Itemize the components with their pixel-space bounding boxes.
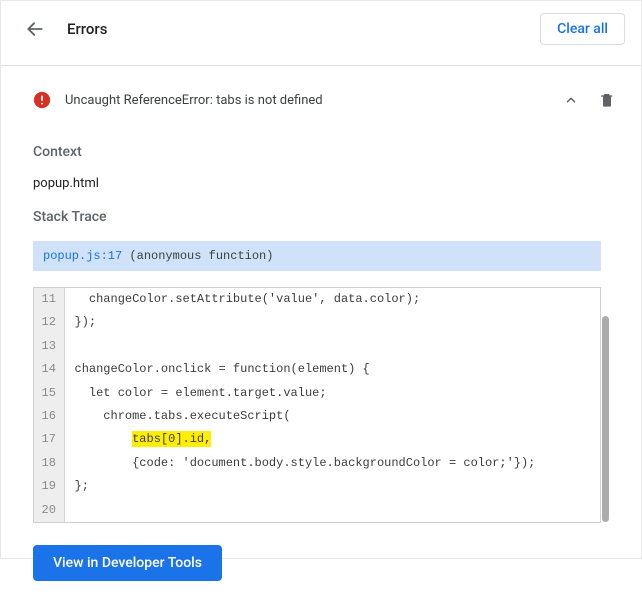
code-text: }; bbox=[64, 475, 600, 498]
line-number: 17 bbox=[34, 428, 64, 451]
view-in-devtools-button[interactable]: View in Developer Tools bbox=[33, 545, 222, 581]
code-line: 20 bbox=[34, 499, 600, 522]
page-title: Errors bbox=[67, 20, 107, 38]
line-number: 19 bbox=[34, 475, 64, 498]
code-text bbox=[64, 335, 600, 358]
code-line: 13 bbox=[34, 335, 600, 358]
stack-frame-name: (anonymous function) bbox=[122, 249, 273, 263]
code-line: 17 tabs[0].id, bbox=[34, 428, 600, 451]
error-row: Uncaught ReferenceError: tabs is not def… bbox=[33, 66, 625, 130]
stack-frame[interactable]: popup.js:17 (anonymous function) bbox=[33, 241, 601, 271]
code-line: 14changeColor.onclick = function(element… bbox=[34, 358, 600, 381]
line-number: 14 bbox=[34, 358, 64, 381]
collapse-button[interactable] bbox=[553, 82, 589, 118]
context-label: Context bbox=[33, 144, 625, 160]
error-icon bbox=[33, 91, 51, 109]
code-line: 15 let color = element.target.value; bbox=[34, 382, 600, 405]
back-button[interactable] bbox=[21, 15, 49, 43]
code-line: 18 {code: 'document.body.style.backgroun… bbox=[34, 452, 600, 475]
stack-trace-label: Stack Trace bbox=[33, 209, 625, 225]
line-number: 20 bbox=[34, 499, 64, 522]
code-viewer: 11 changeColor.setAttribute('value', dat… bbox=[33, 287, 601, 523]
code-text: let color = element.target.value; bbox=[64, 382, 600, 405]
code-text: changeColor.setAttribute('value', data.c… bbox=[64, 288, 600, 311]
code-line: 19}; bbox=[34, 475, 600, 498]
scrollbar[interactable] bbox=[602, 316, 609, 522]
line-number: 15 bbox=[34, 382, 64, 405]
arrow-left-icon bbox=[25, 19, 45, 39]
code-line: 11 changeColor.setAttribute('value', dat… bbox=[34, 288, 600, 311]
code-text: changeColor.onclick = function(element) … bbox=[64, 358, 600, 381]
trash-icon bbox=[599, 91, 615, 109]
code-text: tabs[0].id, bbox=[64, 428, 600, 451]
line-number: 13 bbox=[34, 335, 64, 358]
error-title: Uncaught ReferenceError: tabs is not def… bbox=[65, 93, 553, 108]
code-text: {code: 'document.body.style.backgroundCo… bbox=[64, 452, 600, 475]
stack-frame-location: popup.js:17 bbox=[43, 249, 122, 263]
code-text bbox=[64, 499, 600, 522]
line-number: 16 bbox=[34, 405, 64, 428]
line-number: 18 bbox=[34, 452, 64, 475]
code-highlight: tabs[0].id, bbox=[132, 431, 211, 447]
code-line: 16 chrome.tabs.executeScript( bbox=[34, 405, 600, 428]
delete-button[interactable] bbox=[589, 82, 625, 118]
code-line: 12}); bbox=[34, 311, 600, 334]
code-table: 11 changeColor.setAttribute('value', dat… bbox=[34, 288, 600, 522]
code-text: chrome.tabs.executeScript( bbox=[64, 405, 600, 428]
line-number: 11 bbox=[34, 288, 64, 311]
context-value: popup.html bbox=[33, 176, 625, 191]
header-bar: Errors Clear all bbox=[1, 1, 641, 57]
code-text: }); bbox=[64, 311, 600, 334]
clear-all-button[interactable]: Clear all bbox=[540, 13, 625, 45]
line-number: 12 bbox=[34, 311, 64, 334]
chevron-up-icon bbox=[564, 93, 578, 107]
